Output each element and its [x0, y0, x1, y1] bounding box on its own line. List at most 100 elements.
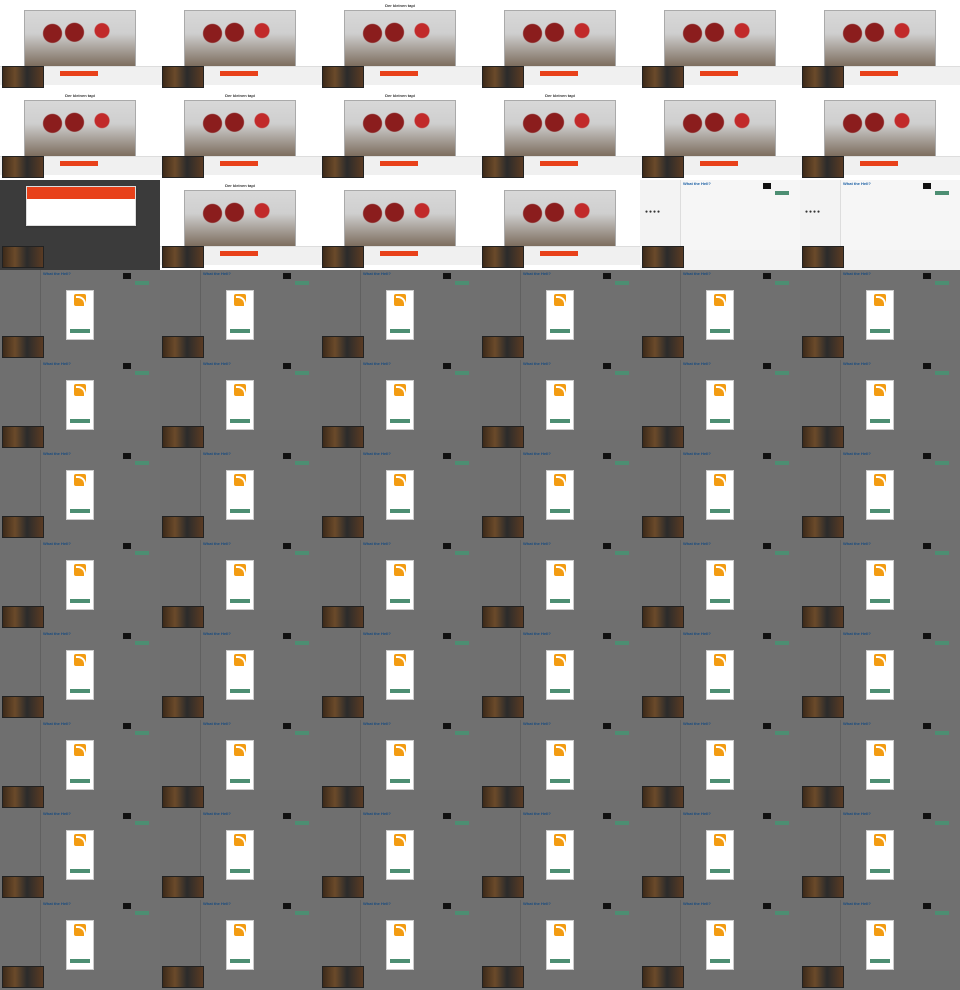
rss-modal[interactable] — [866, 560, 894, 610]
cta-button[interactable] — [935, 911, 949, 915]
cta-button[interactable] — [295, 461, 309, 465]
cta-button[interactable] — [935, 281, 949, 285]
video-thumbnail[interactable] — [322, 66, 364, 88]
subscribe-button[interactable] — [550, 509, 570, 513]
rss-modal[interactable] — [706, 920, 734, 970]
rss-modal[interactable] — [546, 740, 574, 790]
rss-modal[interactable] — [66, 740, 94, 790]
subscribe-button[interactable] — [230, 779, 250, 783]
video-thumbnail[interactable] — [802, 426, 844, 448]
primary-button[interactable] — [220, 71, 258, 76]
video-thumbnail[interactable] — [802, 966, 844, 988]
rss-modal[interactable] — [226, 920, 254, 970]
video-thumbnail[interactable] — [162, 966, 204, 988]
rss-modal[interactable] — [546, 650, 574, 700]
subscribe-button[interactable] — [870, 419, 890, 423]
subscribe-button[interactable] — [230, 689, 250, 693]
cta-button[interactable] — [295, 821, 309, 825]
rss-modal[interactable] — [866, 830, 894, 880]
video-thumbnail[interactable] — [482, 606, 524, 628]
subscribe-button[interactable] — [70, 689, 90, 693]
primary-button[interactable] — [860, 71, 898, 76]
video-thumbnail[interactable] — [2, 786, 44, 808]
video-thumbnail[interactable] — [642, 876, 684, 898]
cta-button[interactable] — [775, 641, 789, 645]
rss-modal[interactable] — [66, 650, 94, 700]
video-thumbnail[interactable] — [322, 966, 364, 988]
video-thumbnail[interactable] — [802, 516, 844, 538]
rss-modal[interactable] — [386, 740, 414, 790]
cta-button[interactable] — [775, 911, 789, 915]
primary-button[interactable] — [700, 161, 738, 166]
video-thumbnail[interactable] — [642, 246, 684, 268]
cta-button[interactable] — [295, 731, 309, 735]
cta-button[interactable] — [935, 371, 949, 375]
video-thumbnail[interactable] — [162, 246, 204, 268]
subscribe-button[interactable] — [230, 869, 250, 873]
rss-modal[interactable] — [66, 560, 94, 610]
primary-button[interactable] — [220, 251, 258, 256]
rss-modal[interactable] — [546, 560, 574, 610]
video-thumbnail[interactable] — [322, 336, 364, 358]
video-thumbnail[interactable] — [482, 426, 524, 448]
video-thumbnail[interactable] — [482, 876, 524, 898]
primary-button[interactable] — [540, 71, 578, 76]
video-thumbnail[interactable] — [322, 156, 364, 178]
cta-button[interactable] — [135, 371, 149, 375]
cta-button[interactable] — [615, 281, 629, 285]
subscribe-button[interactable] — [230, 599, 250, 603]
cta-button[interactable] — [775, 551, 789, 555]
cta-button[interactable] — [775, 821, 789, 825]
video-thumbnail[interactable] — [482, 336, 524, 358]
primary-button[interactable] — [60, 71, 98, 76]
subscribe-button[interactable] — [710, 959, 730, 963]
subscribe-button[interactable] — [70, 599, 90, 603]
rss-modal[interactable] — [386, 650, 414, 700]
cta-button[interactable] — [135, 911, 149, 915]
cta-button[interactable] — [775, 371, 789, 375]
rss-modal[interactable] — [546, 290, 574, 340]
rss-modal[interactable] — [866, 920, 894, 970]
subscribe-button[interactable] — [70, 869, 90, 873]
subscribe-button[interactable] — [70, 329, 90, 333]
subscribe-button[interactable] — [390, 959, 410, 963]
primary-button[interactable] — [380, 71, 418, 76]
video-thumbnail[interactable] — [802, 786, 844, 808]
subscribe-button[interactable] — [70, 959, 90, 963]
video-thumbnail[interactable] — [2, 246, 44, 268]
rss-modal[interactable] — [866, 380, 894, 430]
video-thumbnail[interactable] — [482, 966, 524, 988]
video-thumbnail[interactable] — [2, 516, 44, 538]
video-thumbnail[interactable] — [2, 696, 44, 718]
rss-modal[interactable] — [546, 380, 574, 430]
rss-modal[interactable] — [706, 740, 734, 790]
subscribe-button[interactable] — [870, 599, 890, 603]
cta-button[interactable] — [135, 551, 149, 555]
rss-modal[interactable] — [386, 470, 414, 520]
rss-modal[interactable] — [66, 830, 94, 880]
primary-button[interactable] — [60, 161, 98, 166]
video-thumbnail[interactable] — [802, 696, 844, 718]
cta-button[interactable] — [455, 551, 469, 555]
cta-button[interactable] — [615, 461, 629, 465]
subscribe-button[interactable] — [70, 509, 90, 513]
video-thumbnail[interactable] — [642, 66, 684, 88]
rss-modal[interactable] — [66, 290, 94, 340]
primary-button[interactable] — [380, 251, 418, 256]
rss-modal[interactable] — [706, 830, 734, 880]
video-thumbnail[interactable] — [2, 336, 44, 358]
rss-modal[interactable] — [706, 650, 734, 700]
subscribe-button[interactable] — [550, 329, 570, 333]
rss-modal[interactable] — [546, 830, 574, 880]
subscribe-button[interactable] — [390, 779, 410, 783]
video-thumbnail[interactable] — [482, 786, 524, 808]
video-thumbnail[interactable] — [162, 156, 204, 178]
cta-button[interactable] — [615, 821, 629, 825]
cta-button[interactable] — [135, 281, 149, 285]
subscribe-button[interactable] — [390, 869, 410, 873]
cta-button[interactable] — [935, 461, 949, 465]
cta-button[interactable] — [775, 281, 789, 285]
video-thumbnail[interactable] — [162, 516, 204, 538]
cta-button[interactable] — [615, 731, 629, 735]
rss-modal[interactable] — [866, 290, 894, 340]
